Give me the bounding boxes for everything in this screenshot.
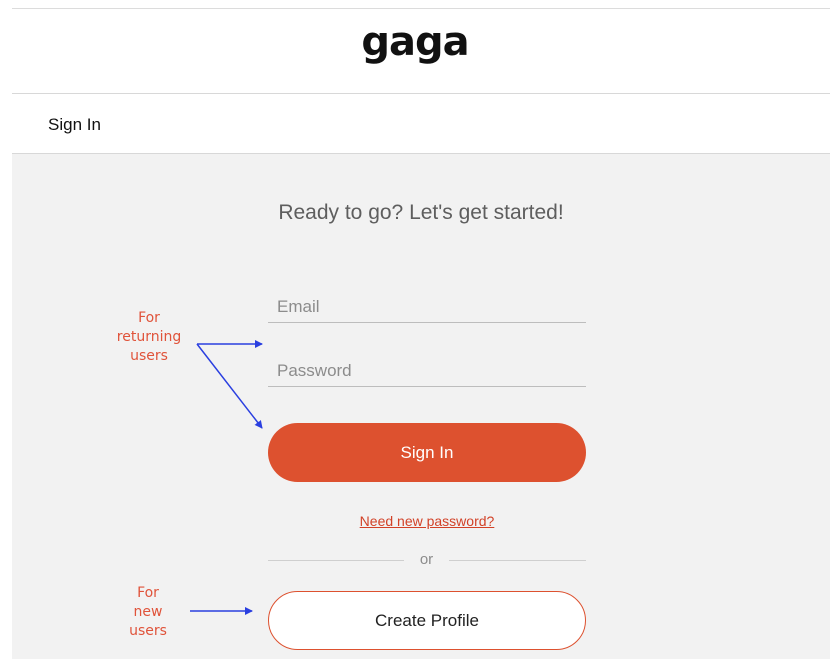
arrow-to-sign-in-button xyxy=(196,343,263,429)
annotation-arrows xyxy=(190,340,263,615)
